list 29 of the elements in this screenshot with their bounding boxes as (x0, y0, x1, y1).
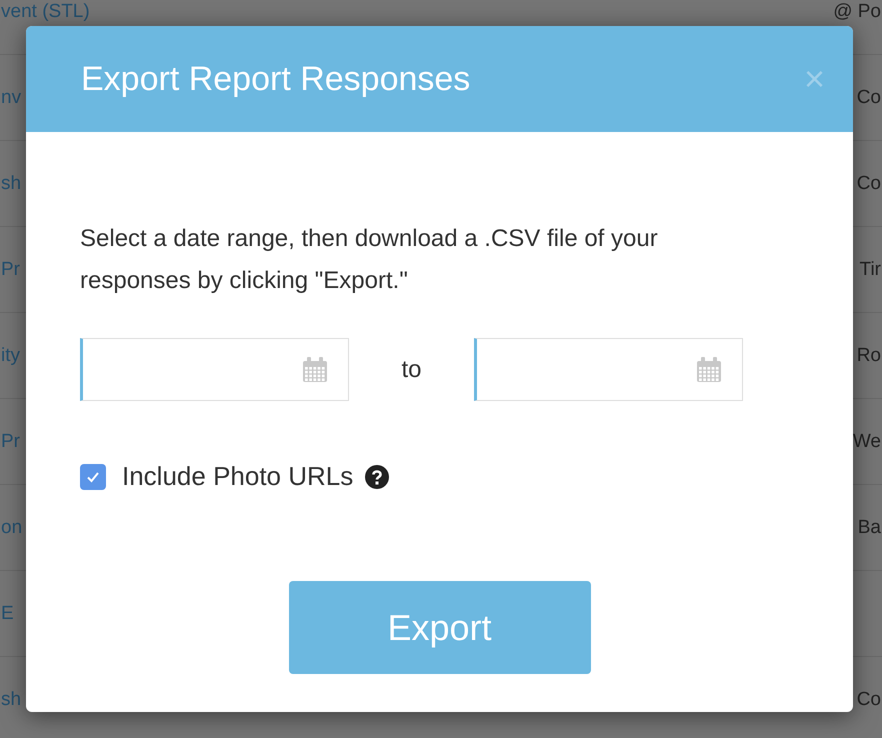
checkbox-label: Include Photo URLs (122, 460, 354, 493)
description-text: Select a date range, then download a .CSV file of your responses by clicking "Export." (80, 224, 659, 296)
table-cell: on (1, 516, 22, 538)
close-button[interactable]: × (804, 61, 825, 97)
checkbox[interactable] (80, 464, 106, 490)
table-cell: We (852, 430, 881, 452)
table-cell: Co (856, 172, 881, 194)
date-field[interactable] (80, 338, 349, 401)
table-cell: sh (1, 172, 22, 194)
table-cell: Co (856, 86, 881, 108)
dialog-title: Export Report Responses (81, 58, 470, 100)
date-field[interactable] (474, 338, 743, 401)
table-cell: vent (STL) (1, 0, 90, 22)
table-cell: sh (1, 688, 22, 710)
table-cell: Pr (1, 430, 20, 452)
table-cell: Co (856, 688, 881, 710)
table-cell: Tir (860, 258, 881, 280)
export-button[interactable]: Export (288, 581, 590, 674)
separator-text: to (400, 354, 422, 384)
table-cell: @ Po (833, 0, 881, 22)
table-cell: ity (1, 344, 20, 366)
table-cell: E (1, 602, 14, 624)
table-cell: Ro (856, 344, 881, 366)
table-cell: Pr (1, 258, 20, 280)
calendar-icon (696, 356, 722, 382)
table-cell: nv (1, 86, 22, 108)
help-icon[interactable] (365, 464, 390, 488)
table-cell: Ba (858, 516, 881, 538)
calendar-icon (302, 356, 328, 382)
